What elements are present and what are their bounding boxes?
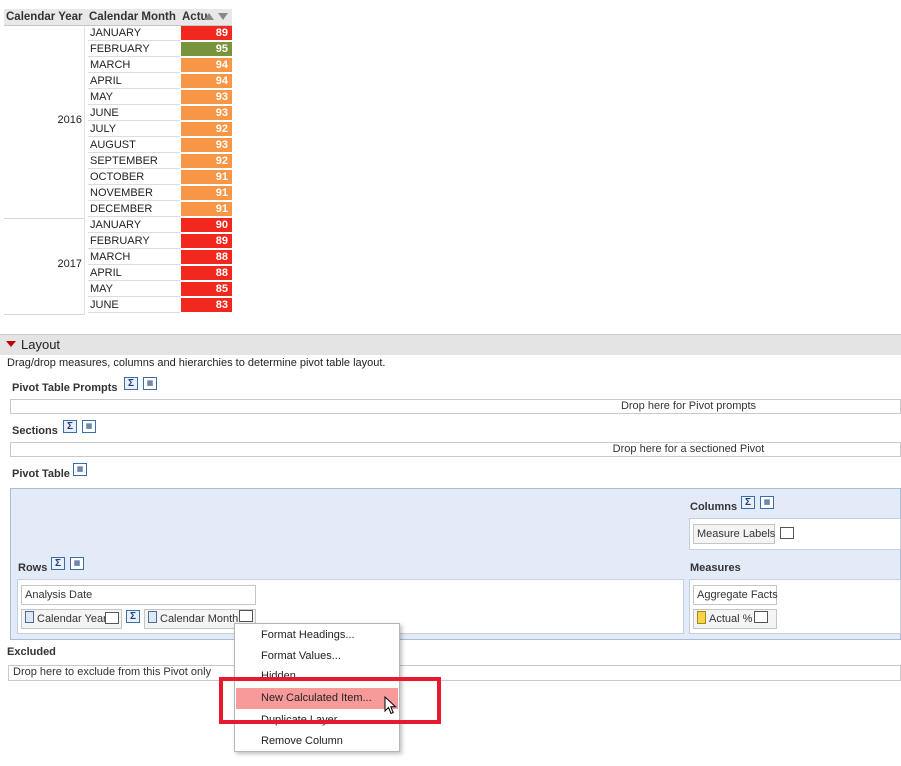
excluded-drop-text: Drop here to exclude from this Pivot onl…	[13, 666, 212, 678]
menu-item-format-values[interactable]: Format Values...	[236, 646, 398, 667]
month-cell: FEBRUARY	[88, 234, 180, 249]
actual-value-cell: 92	[181, 122, 232, 137]
actual-value-cell: 91	[181, 202, 232, 217]
actual-value-cell: 89	[181, 26, 232, 41]
rows-label: Rows	[18, 562, 48, 574]
actual-value-cell: 94	[181, 74, 232, 89]
month-cell: MARCH	[88, 58, 180, 73]
excluded-dropzone[interactable]: Drop here to exclude from this Pivot onl…	[8, 665, 901, 681]
actual-value-cell: 91	[181, 186, 232, 201]
actual-value-cell: 89	[181, 234, 232, 249]
columns-sigma-icon[interactable]: Σ	[741, 496, 755, 509]
actual-value-cell: 85	[181, 282, 232, 297]
year-cell: 2016	[4, 26, 85, 219]
month-cell: NOVEMBER	[88, 186, 180, 201]
month-cell: JUNE	[88, 106, 180, 121]
hierarchy-column-icon	[148, 611, 157, 623]
pivot-prompts-drop-text: Drop here for Pivot prompts	[620, 400, 757, 412]
sections-sigma-icon[interactable]: Σ	[63, 420, 77, 433]
excluded-label: Excluded	[7, 646, 56, 658]
header-calendar-year[interactable]: Calendar Year	[4, 9, 88, 26]
sections-label: Sections	[12, 425, 58, 437]
properties-icon[interactable]: ▦	[143, 377, 157, 390]
layout-title: Layout	[21, 337, 61, 352]
month-cell: JANUARY	[88, 26, 180, 41]
month-cell: DECEMBER	[88, 202, 180, 217]
year-label: 2016	[57, 114, 82, 126]
measure-icon	[697, 611, 706, 624]
month-cell: FEBRUARY	[88, 42, 180, 57]
month-cell: APRIL	[88, 266, 180, 281]
actual-value-cell: 88	[181, 250, 232, 265]
mouse-pointer-icon	[384, 696, 397, 715]
collapse-triangle-icon[interactable]	[6, 341, 16, 347]
month-cell: OCTOBER	[88, 170, 180, 185]
analysis-date-folder: Analysis Date	[21, 585, 256, 605]
month-cell: SEPTEMBER	[88, 154, 180, 169]
sort-descending-icon[interactable]	[218, 13, 228, 20]
pivot-prompts-dropzone[interactable]: Drop here for Pivot prompts	[10, 399, 901, 414]
actual-value-cell: 88	[181, 266, 232, 281]
hierarchy-column-icon	[25, 611, 34, 623]
columns-properties-icon[interactable]: ▦	[760, 496, 774, 509]
actual-value-cell: 91	[181, 170, 232, 185]
calendar-month-sigma-icon[interactable]: Σ	[126, 610, 140, 623]
month-cell: JANUARY	[88, 218, 180, 233]
pivot-table-properties-icon[interactable]: ▦	[73, 463, 87, 476]
layout-section-header[interactable]: Layout	[0, 334, 901, 355]
actual-value-cell: 95	[181, 42, 232, 57]
calendar-month-text: Calendar Month	[160, 613, 239, 625]
actual-value-cell: 90	[181, 218, 232, 233]
actual-value-cell: 93	[181, 106, 232, 121]
actual-percent-text: Actual %	[709, 613, 753, 625]
month-cell: JUNE	[88, 298, 180, 313]
header-calendar-month[interactable]: Calendar Month	[88, 9, 181, 26]
sections-drop-text: Drop here for a sectioned Pivot	[612, 443, 765, 455]
month-cell: APRIL	[88, 74, 180, 89]
actual-value-cell: 92	[181, 154, 232, 169]
menu-item-remove-column[interactable]: Remove Column	[236, 731, 398, 752]
measure-labels-field[interactable]: Measure Labels	[693, 524, 775, 544]
menu-item-format-headings[interactable]: Format Headings...	[236, 625, 398, 646]
totals-sigma-icon[interactable]: Σ	[124, 377, 138, 390]
rows-sigma-icon[interactable]: Σ	[51, 557, 65, 570]
year-label: 2017	[57, 258, 82, 270]
calendar-year-text: Calendar Year	[37, 613, 107, 625]
pivot-prompts-label: Pivot Table Prompts	[12, 382, 118, 394]
year-cell: 2017	[4, 218, 85, 315]
month-cell: AUGUST	[88, 138, 180, 153]
measure-labels-edit-icon[interactable]	[780, 527, 794, 539]
calendar-month-edit-icon[interactable]	[239, 610, 253, 622]
month-cell: JULY	[88, 122, 180, 137]
highlight-annotation-box	[219, 677, 441, 724]
aggregate-facts-folder: Aggregate Facts	[693, 585, 778, 605]
sort-ascending-icon[interactable]	[204, 13, 214, 20]
month-cell: MAY	[88, 90, 180, 105]
sections-properties-icon[interactable]: ▦	[82, 420, 96, 433]
rows-properties-icon[interactable]: ▦	[70, 557, 84, 570]
actual-value-cell: 93	[181, 138, 232, 153]
measures-label: Measures	[690, 562, 741, 574]
actual-percent-edit-icon[interactable]	[754, 611, 768, 623]
sections-dropzone[interactable]: Drop here for a sectioned Pivot	[10, 442, 901, 457]
month-cell: MAY	[88, 282, 180, 297]
calendar-year-edit-icon[interactable]	[105, 612, 119, 624]
aggregate-facts-text: Aggregate Facts	[697, 589, 778, 601]
month-cell: MARCH	[88, 250, 180, 265]
actual-value-cell: 83	[181, 298, 232, 313]
analysis-date-text: Analysis Date	[25, 589, 93, 601]
pivot-table-label: Pivot Table	[12, 468, 70, 480]
actual-value-cell: 93	[181, 90, 232, 105]
layout-description: Drag/drop measures, columns and hierarch…	[7, 357, 386, 369]
columns-label: Columns	[690, 501, 738, 513]
measure-labels-text: Measure Labels	[697, 528, 776, 540]
actual-value-cell: 94	[181, 58, 232, 73]
